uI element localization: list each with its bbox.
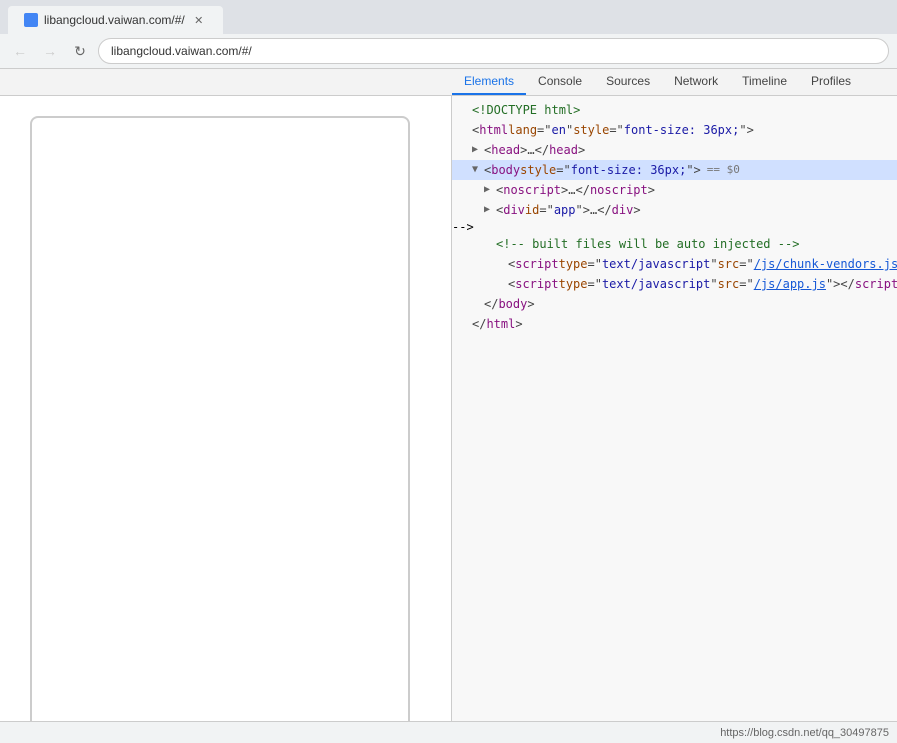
- html-tag-name: html: [479, 121, 508, 139]
- browser-chrome: libangcloud.vaiwan.com/#/ ✕ ← → ↻: [0, 0, 897, 69]
- code-line-comment: <!-- built files will be auto injected -…: [452, 234, 897, 254]
- code-line-html-close: </html>: [452, 314, 897, 334]
- address-bar[interactable]: [98, 38, 889, 64]
- triangle-noscript[interactable]: [484, 181, 496, 199]
- status-url: https://blog.csdn.net/qq_30497875: [720, 727, 889, 739]
- tab-label: libangcloud.vaiwan.com/#/: [44, 13, 185, 27]
- tab-profiles[interactable]: Profiles: [799, 69, 863, 95]
- code-line-script-chunk[interactable]: <script type="text/javascript" src="/js/…: [452, 254, 897, 274]
- devtools-tabs-bar: Elements Console Sources Network Timelin…: [0, 69, 897, 96]
- triangle-head[interactable]: [472, 141, 484, 159]
- devtools-elements-panel[interactable]: <!DOCTYPE html> <html lang="en" style="f…: [452, 96, 897, 721]
- chunk-vendors-link[interactable]: /js/chunk-vendors.js: [754, 255, 897, 273]
- nav-bar: ← → ↻: [0, 34, 897, 68]
- doctype-text: <!DOCTYPE html>: [472, 101, 580, 119]
- active-tab[interactable]: libangcloud.vaiwan.com/#/ ✕: [8, 6, 223, 34]
- tab-elements[interactable]: Elements: [452, 69, 526, 95]
- comment-text: <!-- built files will be auto injected -…: [496, 235, 799, 253]
- tab-timeline[interactable]: Timeline: [730, 69, 799, 95]
- tab-network[interactable]: Network: [662, 69, 730, 95]
- back-button[interactable]: ←: [8, 39, 32, 63]
- main-area: <!DOCTYPE html> <html lang="en" style="f…: [0, 96, 897, 721]
- tab-console[interactable]: Console: [526, 69, 594, 95]
- reload-button[interactable]: ↻: [68, 39, 92, 63]
- tab-favicon: [24, 13, 38, 27]
- html-open-bracket: <: [472, 121, 479, 139]
- mobile-frame: [30, 116, 410, 721]
- code-line-body[interactable]: <body style="font-size: 36px;"> == $0: [452, 160, 897, 180]
- triangle-body[interactable]: [472, 161, 484, 179]
- tab-close-button[interactable]: ✕: [191, 12, 207, 28]
- forward-button[interactable]: →: [38, 39, 62, 63]
- app-js-link[interactable]: /js/app.js: [754, 275, 826, 293]
- code-line-script-app[interactable]: <script type="text/javascript" src="/js/…: [452, 274, 897, 294]
- tab-bar: libangcloud.vaiwan.com/#/ ✕: [0, 0, 897, 34]
- status-bar: https://blog.csdn.net/qq_30497875: [0, 721, 897, 743]
- code-line-head[interactable]: <head>…</head>: [452, 140, 897, 160]
- equals-badge: == $0: [707, 161, 740, 179]
- tab-sources[interactable]: Sources: [594, 69, 662, 95]
- code-line-div-app[interactable]: <div id="app">…</div>: [452, 200, 897, 220]
- browser-viewport: [0, 96, 452, 721]
- triangle-div-app[interactable]: [484, 201, 496, 219]
- code-line-noscript[interactable]: <noscript>…</noscript>: [452, 180, 897, 200]
- code-line-body-close: </body>: [452, 294, 897, 314]
- code-line-doctype[interactable]: <!DOCTYPE html>: [452, 100, 897, 120]
- code-line-html[interactable]: <html lang="en" style="font-size: 36px;"…: [452, 120, 897, 140]
